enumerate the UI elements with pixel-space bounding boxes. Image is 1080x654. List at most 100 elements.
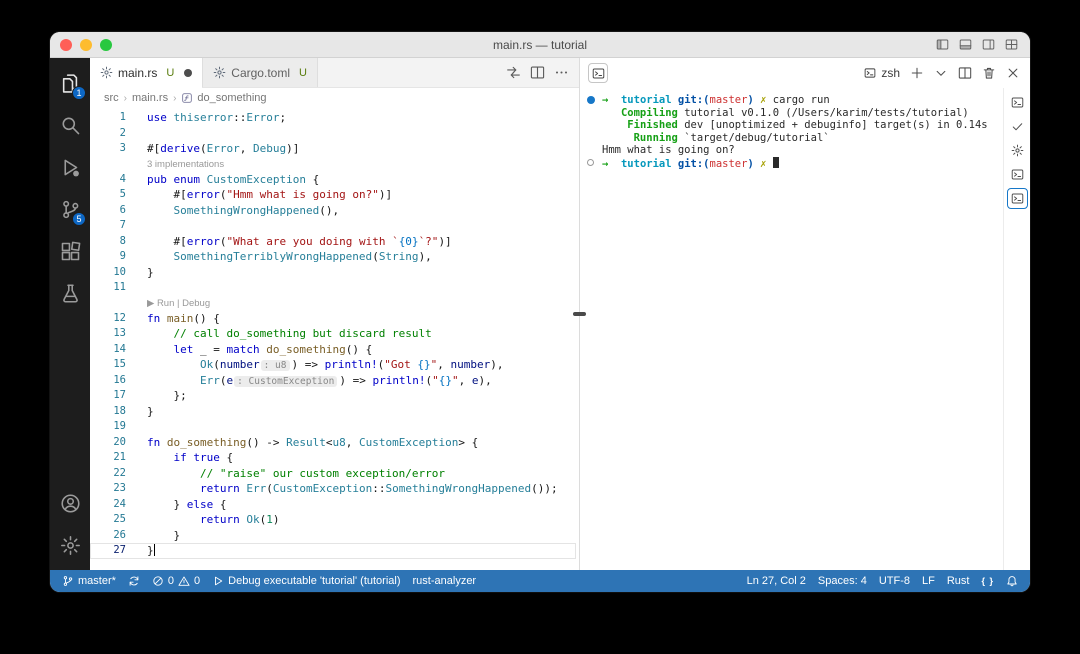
command-decoration[interactable] [587, 159, 594, 166]
close-panel-icon[interactable] [1006, 66, 1020, 80]
status-language-mode[interactable]: Rust [941, 570, 976, 592]
status-sync-changes[interactable] [122, 570, 146, 592]
status-indentation[interactable]: Spaces: 4 [812, 570, 873, 592]
toggle-panel-icon[interactable] [959, 38, 972, 51]
status-git-branch-status[interactable]: master* [56, 570, 122, 592]
terminal-panel-tab[interactable] [588, 63, 608, 83]
status-eol-sequence[interactable]: LF [916, 570, 941, 592]
status-text: rust-analyzer [413, 575, 477, 587]
code-line-13[interactable]: 13 // call do_something but discard resu… [90, 326, 579, 342]
toggle-sidebar-left-icon[interactable] [936, 38, 949, 51]
status-debug-target[interactable]: Debug executable 'tutorial' (tutorial) [206, 570, 406, 592]
code-line-8[interactable]: 8 #[error("What are you doing with `{0}`… [90, 234, 579, 250]
command-decoration[interactable] [587, 96, 595, 104]
dirty-indicator[interactable] [184, 69, 192, 77]
codelens[interactable]: 3 implementations [90, 157, 579, 172]
breadcrumb-item-main.rs[interactable]: main.rs [132, 92, 168, 104]
code-line-14[interactable]: 14 let _ = match do_something() { [90, 342, 579, 358]
status-rust-analyzer-status[interactable]: rust-analyzer [407, 570, 483, 592]
launch-profile-dropdown-icon[interactable] [934, 66, 948, 80]
code-line-12[interactable]: 12fn main() { [90, 311, 579, 327]
activity-settings[interactable] [50, 524, 90, 566]
code-line-7[interactable]: 7 [90, 218, 579, 234]
status-encoding[interactable]: UTF-8 [873, 570, 916, 592]
status-problems[interactable]: 00 [146, 570, 206, 592]
panel-resize-handle[interactable] [573, 312, 586, 316]
new-terminal-icon[interactable] [910, 66, 924, 80]
code-line-24[interactable]: 24 } else { [90, 497, 579, 513]
toggle-sidebar-right-icon[interactable] [982, 38, 995, 51]
activity-extensions[interactable] [50, 230, 90, 272]
status-cursor-position[interactable]: Ln 27, Col 2 [741, 570, 812, 592]
code-line-4[interactable]: 4pub enum CustomException { [90, 172, 579, 188]
code-line-21[interactable]: 21 if true { [90, 450, 579, 466]
desktop-background: main.rs — tutorial 15 main.rsUCargo.toml… [0, 0, 1080, 654]
error-slash-icon [152, 575, 164, 587]
line-number: 7 [90, 218, 126, 234]
code-line-20[interactable]: 20fn do_something() -> Result<u8, Custom… [90, 435, 579, 451]
status-text: Debug executable 'tutorial' (tutorial) [228, 575, 400, 587]
active-terminal-label[interactable]: zsh [864, 66, 900, 80]
code-editor[interactable]: 1use thiserror::Error;23#[derive(Error, … [90, 108, 579, 570]
code-line-25[interactable]: 25 return Ok(1) [90, 512, 579, 528]
bell-icon [1006, 575, 1018, 587]
tab-bar: main.rsUCargo.tomlU [90, 58, 579, 88]
code-line-3[interactable]: 3#[derive(Error, Debug)] [90, 141, 579, 157]
breadcrumb[interactable]: src›main.rs›do_something [90, 88, 579, 108]
terminal-content[interactable]: → tutorial git:(master) ✗ cargo run Comp… [580, 88, 1003, 570]
code-line-15[interactable]: 15 Ok(number: u8) => println!("Got {}", … [90, 357, 579, 373]
status-language-status[interactable]: { } [975, 570, 1000, 592]
code-line-22[interactable]: 22 // "raise" our custom exception/error [90, 466, 579, 482]
search-icon [60, 115, 81, 136]
activity-account[interactable] [50, 482, 90, 524]
terminal-list-task-finished[interactable] [1007, 116, 1028, 137]
code-line-23[interactable]: 23 return Err(CustomException::Something… [90, 481, 579, 497]
code-line-9[interactable]: 9 SomethingTerriblyWrongHappened(String)… [90, 249, 579, 265]
minimize-window-button[interactable] [80, 39, 92, 51]
tab-main.rs[interactable]: main.rsU [90, 58, 203, 87]
breadcrumb-item-src[interactable]: src [104, 92, 119, 104]
terminal-list-terminal-session-2[interactable] [1007, 164, 1028, 185]
split-terminal-icon[interactable] [958, 66, 972, 80]
activity-source-control[interactable]: 5 [50, 188, 90, 230]
tab-Cargo.toml[interactable]: Cargo.tomlU [203, 58, 318, 87]
code-line-2[interactable]: 2 [90, 126, 579, 142]
code-line-10[interactable]: 10} [90, 265, 579, 281]
code-line-16[interactable]: 16 Err(e: CustomException) => println!("… [90, 373, 579, 389]
line-number: 15 [90, 357, 126, 373]
terminal-list-terminal-session-1[interactable] [1007, 92, 1028, 113]
code-line-26[interactable]: 26 } [90, 528, 579, 544]
code-line-1[interactable]: 1use thiserror::Error; [90, 110, 579, 126]
open-changes-icon[interactable] [506, 65, 521, 80]
tabs-container: main.rsUCargo.tomlU [90, 58, 318, 87]
code-line-27[interactable]: 27} [90, 543, 579, 559]
code-line-11[interactable]: 11 [90, 280, 579, 296]
terminal-list-task-terminal[interactable] [1007, 140, 1028, 161]
git-status-marker: U [166, 67, 174, 79]
vscode-window: main.rs — tutorial 15 main.rsUCargo.toml… [50, 32, 1030, 592]
line-number: 14 [90, 342, 126, 358]
activity-search[interactable] [50, 104, 90, 146]
line-number: 23 [90, 481, 126, 497]
activity-run-debug[interactable] [50, 146, 90, 188]
code-line-17[interactable]: 17 }; [90, 388, 579, 404]
code-line-5[interactable]: 5 #[error("Hmm what is going on?")] [90, 187, 579, 203]
codelens[interactable]: ▶ Run | Debug [90, 296, 579, 311]
kill-terminal-icon[interactable] [982, 66, 996, 80]
breadcrumb-separator: › [173, 93, 176, 104]
status-notifications[interactable] [1000, 570, 1024, 592]
title-bar[interactable]: main.rs — tutorial [50, 32, 1030, 58]
breadcrumb-item-do_something[interactable]: do_something [181, 92, 266, 104]
split-editor-icon[interactable] [530, 65, 545, 80]
close-window-button[interactable] [60, 39, 72, 51]
more-actions-icon[interactable] [554, 65, 569, 80]
activity-explorer[interactable]: 1 [50, 62, 90, 104]
debug-play-icon [212, 575, 224, 587]
code-line-19[interactable]: 19 [90, 419, 579, 435]
activity-testing[interactable] [50, 272, 90, 314]
customize-layout-icon[interactable] [1005, 38, 1018, 51]
terminal-list-terminal-session-active[interactable] [1007, 188, 1028, 209]
code-line-18[interactable]: 18} [90, 404, 579, 420]
zoom-window-button[interactable] [100, 39, 112, 51]
code-line-6[interactable]: 6 SomethingWrongHappened(), [90, 203, 579, 219]
